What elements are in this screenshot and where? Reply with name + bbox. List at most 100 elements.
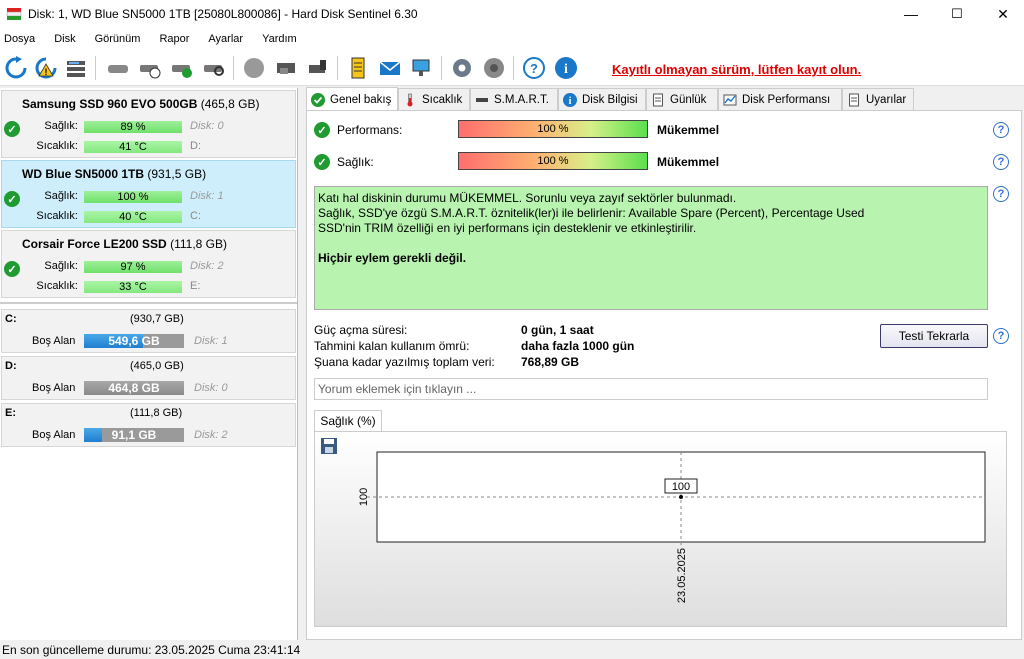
health-bar: 89 % — [84, 121, 182, 133]
network-icon[interactable] — [408, 54, 436, 82]
menu-ayarlar[interactable]: Ayarlar — [208, 33, 243, 45]
disk-add-icon[interactable] — [304, 54, 332, 82]
health-history-chart: 100 100 23.05.2025 — [314, 431, 1007, 627]
disk-item-corsair[interactable]: Corsair Force LE200 SSD (111,8 GB) ✓ Sağ… — [1, 230, 296, 298]
refresh-warning-icon[interactable]: ! — [32, 54, 60, 82]
menu-disk[interactable]: Disk — [54, 33, 75, 45]
disk-list-panel: Samsung SSD 960 EVO 500GB (465,8 GB) ✓ S… — [0, 88, 298, 640]
temperature-label: Sıcaklık: — [36, 280, 78, 292]
power-on-label: Güç açma süresi: — [314, 323, 408, 337]
app-icon — [6, 6, 22, 22]
close-button[interactable]: ✕ — [980, 0, 1024, 28]
chart-plot: 100 100 23.05.2025 — [358, 451, 986, 603]
temperature-bar: 40 °C — [84, 211, 182, 223]
tab-sicaklik[interactable]: Sıcaklık — [398, 88, 470, 110]
speaker-icon[interactable] — [480, 54, 508, 82]
disk-clock-icon[interactable] — [136, 54, 164, 82]
y-tick-label: 100 — [358, 488, 370, 506]
tab-disk-bilgisi[interactable]: i Disk Bilgisi — [558, 88, 646, 110]
remaining-lifetime-label: Tahmini kalan kullanım ömrü: — [314, 339, 470, 353]
menu-gorunum[interactable]: Görünüm — [95, 33, 141, 45]
volume-item-e[interactable]: E: (111,8 GB) Boş Alan 91,1 GB Disk: 2 — [1, 403, 296, 447]
power-on-value: 0 gün, 1 saat — [521, 323, 594, 337]
disk-search-icon[interactable] — [200, 54, 228, 82]
x-tick-label: 23.05.2025 — [676, 548, 688, 603]
disk-gray-icon[interactable] — [104, 54, 132, 82]
free-space-bar: 464,8 GB — [84, 381, 184, 395]
minimize-button[interactable]: — — [888, 0, 934, 28]
disk-list-icon[interactable] — [62, 54, 90, 82]
tab-genel-bakis[interactable]: Genel bakış — [306, 87, 398, 111]
free-space-value: 549,6 GB — [108, 334, 160, 348]
hdd-sphere-icon[interactable] — [240, 54, 268, 82]
info-icon: i — [563, 92, 577, 107]
free-space-label: Boş Alan — [32, 335, 76, 347]
tab-label: Genel bakış — [330, 93, 392, 106]
performance-help-icon[interactable]: ? — [993, 122, 1009, 138]
menu-yardim[interactable]: Yardım — [262, 33, 297, 45]
disk-name: Corsair Force LE200 SSD (111,8 GB) — [22, 237, 227, 251]
menu-rapor[interactable]: Rapor — [159, 33, 189, 45]
disk-icon — [475, 93, 489, 107]
health-label: Sağlık: — [44, 190, 78, 202]
menu-dosya[interactable]: Dosya — [4, 33, 35, 45]
total-written-label: Şuana kadar yazılmış toplam veri: — [314, 355, 495, 369]
health-label: Sağlık: — [337, 155, 374, 169]
free-space-bar: 91,1 GB — [84, 428, 184, 442]
disk-name: WD Blue SN5000 1TB (931,5 GB) — [22, 167, 207, 181]
svg-text:i: i — [564, 62, 568, 77]
health-ok-icon: ✓ — [314, 154, 330, 170]
retest-button[interactable]: Testi Tekrarla — [880, 324, 988, 348]
retest-help-icon[interactable]: ? — [993, 328, 1009, 344]
menu-bar: Dosya Disk Görünüm Rapor Ayarlar Yardım — [0, 28, 1024, 50]
disk-item-wd-blue[interactable]: WD Blue SN5000 1TB (931,5 GB) ✓ Sağlık: … — [1, 160, 296, 228]
volume-size: (465,0 GB) — [130, 360, 184, 372]
refresh-icon[interactable] — [2, 54, 30, 82]
tab-disk-performansi[interactable]: Disk Performansı — [718, 88, 842, 110]
description-line: SSD'nin TRIM özelliği en iyi performans … — [318, 221, 697, 235]
mail-icon[interactable] — [376, 54, 404, 82]
svg-text:!: ! — [45, 67, 48, 77]
health-rating: Mükemmel — [657, 155, 720, 169]
document-icon — [651, 93, 665, 107]
report-icon[interactable] — [344, 54, 372, 82]
health-help-icon[interactable]: ? — [993, 154, 1009, 170]
help-icon[interactable]: ? — [520, 54, 548, 82]
health-label: Sağlık: — [44, 120, 78, 132]
free-space-value: 91,1 GB — [111, 428, 157, 442]
remaining-lifetime-value: daha fazla 1000 gün — [521, 339, 635, 353]
disk-tools-icon[interactable] — [272, 54, 300, 82]
disk-number: Disk: 0 — [190, 120, 224, 132]
disk-check-icon[interactable] — [168, 54, 196, 82]
tab-smart[interactable]: S.M.A.R.T. — [470, 88, 558, 110]
disk-item-samsung[interactable]: Samsung SSD 960 EVO 500GB (465,8 GB) ✓ S… — [1, 90, 296, 158]
register-message-link[interactable]: Kayıtlı olmayan sürüm, lütfen kayıt olun… — [612, 62, 861, 77]
status-bar: En son güncelleme durumu: 23.05.2025 Cum… — [0, 641, 1024, 659]
total-written-value: 768,89 GB — [521, 355, 580, 369]
overview-panel: ✓ Performans: 100 % Mükemmel ? ✓ Sağlık:… — [306, 110, 1022, 640]
data-point — [679, 495, 683, 499]
free-space-bar: 549,6 GB — [84, 334, 184, 348]
disk-number: Disk: 1 — [194, 335, 228, 347]
tab-label: Sıcaklık — [422, 93, 463, 106]
info-icon[interactable]: i — [552, 54, 580, 82]
health-bar: 100 % — [458, 152, 648, 170]
svg-text:?: ? — [530, 61, 538, 76]
volume-letter: C: — [5, 313, 17, 325]
document-alert-icon — [847, 93, 861, 107]
comment-input[interactable]: Yorum eklemek için tıklayın ... — [314, 378, 988, 400]
free-space-label: Boş Alan — [32, 382, 76, 394]
tab-gunluk[interactable]: Günlük — [646, 88, 718, 110]
volume-item-d[interactable]: D: (465,0 GB) Boş Alan 464,8 GB Disk: 0 — [1, 356, 296, 400]
description-help-icon[interactable]: ? — [993, 186, 1009, 202]
tab-label: Disk Performansı — [742, 93, 831, 106]
tab-uyarilar[interactable]: Uyarılar — [842, 88, 914, 110]
settings-icon[interactable] — [448, 54, 476, 82]
volume-item-c[interactable]: C: (930,7 GB) Boş Alan 549,6 GB Disk: 1 — [1, 309, 296, 353]
disk-name: Samsung SSD 960 EVO 500GB (465,8 GB) — [22, 97, 260, 111]
volume-letter: E: — [5, 407, 16, 419]
performance-ok-icon: ✓ — [314, 122, 330, 138]
tab-health-percent[interactable]: Sağlık (%) — [314, 410, 382, 431]
volume-size: (930,7 GB) — [130, 313, 184, 325]
maximize-button[interactable]: ☐ — [934, 0, 980, 28]
